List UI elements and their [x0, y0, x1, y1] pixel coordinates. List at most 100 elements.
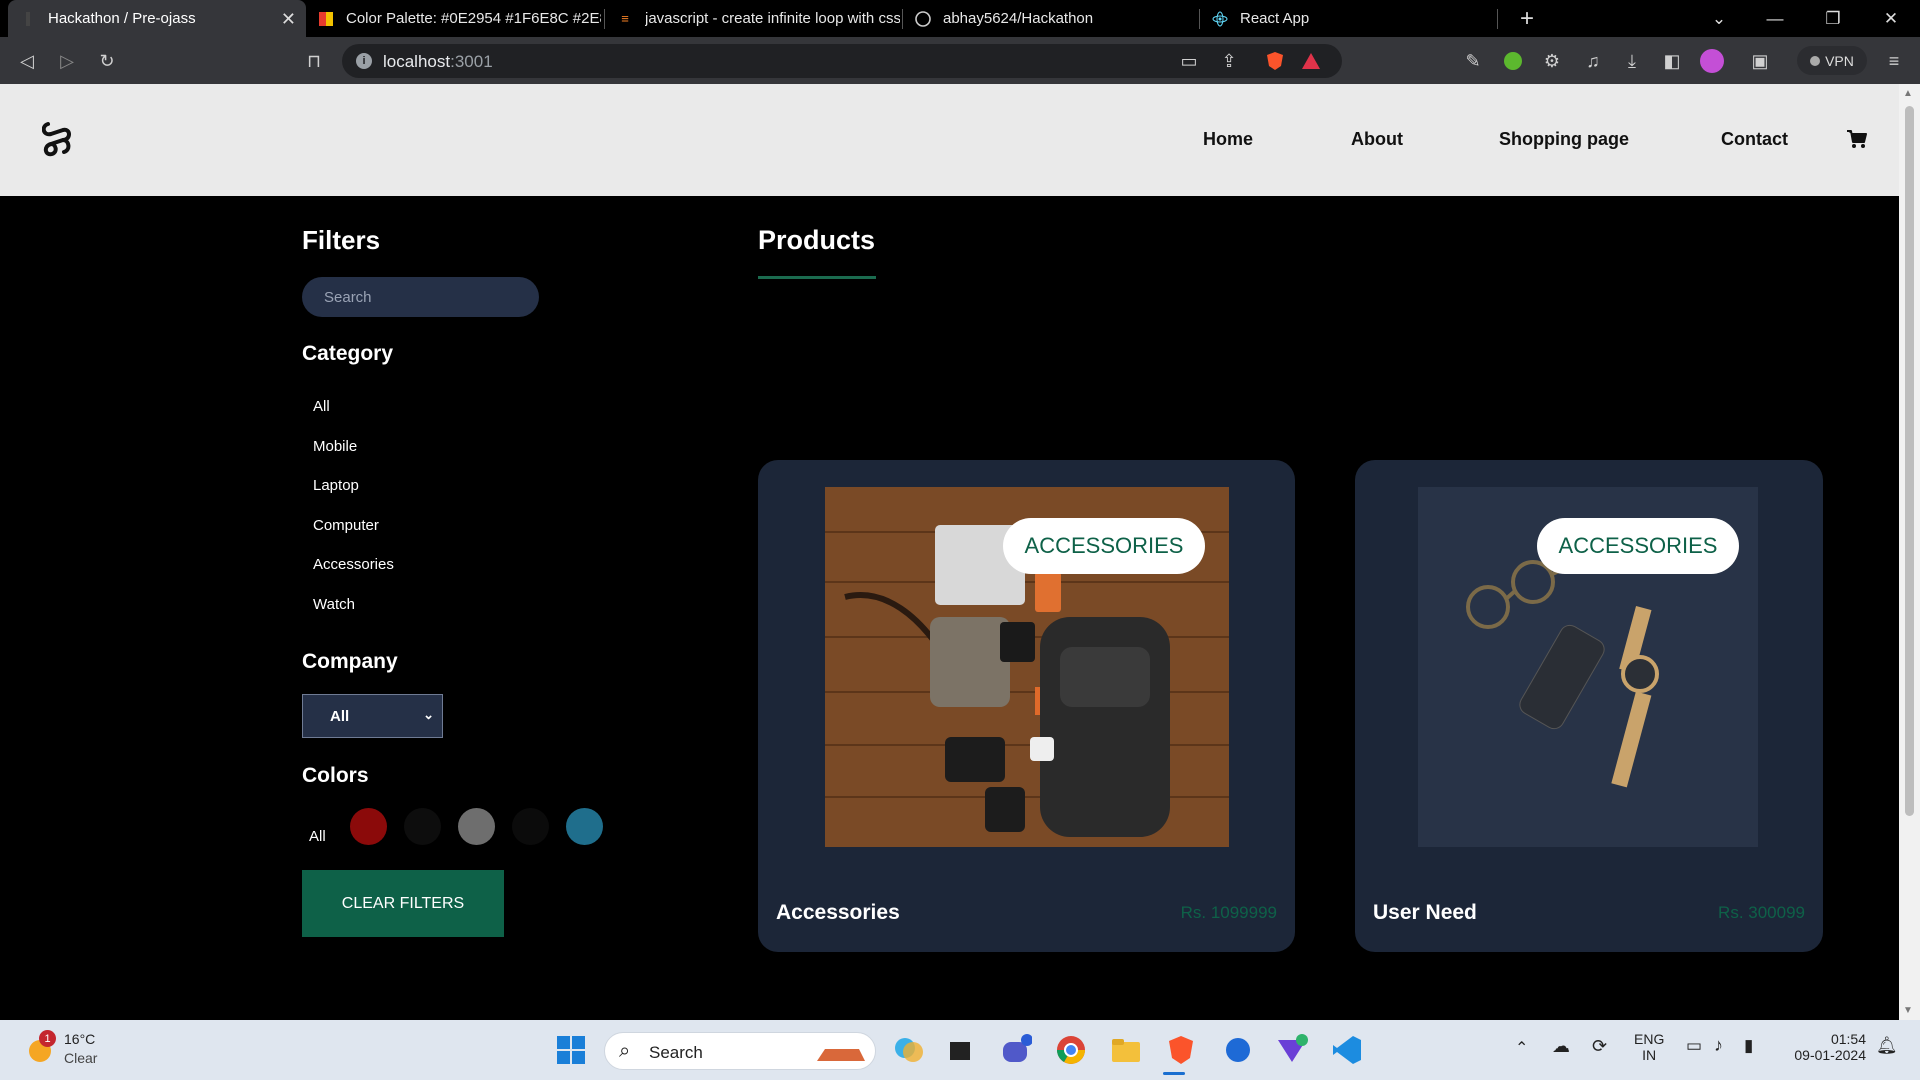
vpn-button[interactable]: VPN	[1797, 46, 1867, 75]
forward-icon[interactable]: ▷	[55, 49, 79, 73]
cart-icon[interactable]	[1846, 128, 1868, 150]
stackoverflow-icon: ≡	[621, 11, 629, 26]
color-swatch-dark[interactable]	[512, 808, 549, 845]
tab-hackathon[interactable]: Hackathon / Pre-ojass ✕	[8, 0, 306, 37]
site-logo-icon[interactable]	[42, 120, 72, 158]
sidebar-icon[interactable]: ◧	[1660, 49, 1684, 73]
active-app-indicator	[1163, 1072, 1185, 1075]
volume-icon[interactable]: ♪	[1714, 1035, 1723, 1056]
color-swatch-teal[interactable]	[566, 808, 603, 845]
category-laptop[interactable]: Laptop	[313, 477, 359, 494]
address-bar[interactable]: i localhost:3001 ▭ ⇪	[342, 44, 1342, 78]
category-watch[interactable]: Watch	[313, 596, 355, 613]
sync-icon[interactable]: ⟳	[1592, 1036, 1607, 1057]
messenger-icon[interactable]	[1222, 1034, 1254, 1066]
nav-about[interactable]: About	[1351, 129, 1403, 150]
tab-title: javascript - create infinite loop with c…	[645, 10, 900, 27]
vpn-label: VPN	[1825, 52, 1854, 69]
category-mobile[interactable]: Mobile	[313, 438, 357, 455]
vscode-icon[interactable]	[1331, 1034, 1363, 1066]
search-input[interactable]	[302, 277, 539, 317]
scrollbar-thumb[interactable]	[1905, 106, 1914, 816]
wallet-icon[interactable]: ▣	[1748, 49, 1772, 73]
eyedropper-icon[interactable]: ✎	[1461, 49, 1485, 73]
minimize-icon[interactable]: —	[1752, 0, 1798, 37]
network-icon[interactable]: ▭	[1686, 1036, 1702, 1056]
restore-icon[interactable]: ❐	[1810, 0, 1856, 37]
tab-react-app[interactable]: React App	[1200, 0, 1496, 37]
profile-avatar-icon[interactable]	[1700, 49, 1724, 73]
tab-github[interactable]: abhay5624/Hackathon	[903, 0, 1199, 37]
category-accessories[interactable]: Accessories	[313, 556, 394, 573]
category-badge: ACCESSORIES	[1537, 518, 1739, 574]
cast-icon[interactable]: ▭	[1177, 49, 1201, 73]
reload-icon[interactable]: ↻	[95, 49, 119, 73]
extensions-icon[interactable]: ⚙	[1540, 49, 1564, 73]
weather-temp[interactable]: 16°C	[64, 1031, 95, 1047]
nav-shopping-page[interactable]: Shopping page	[1499, 129, 1629, 150]
taskbar-search[interactable]: ⌕ Search	[604, 1032, 876, 1070]
tab-color-palette[interactable]: Color Palette: #0E2954 #1F6E8C #2E8A	[306, 0, 602, 37]
bookmark-icon[interactable]: ⊓	[302, 49, 326, 73]
color-swatch-gray[interactable]	[458, 808, 495, 845]
close-icon[interactable]: ✕	[281, 9, 296, 30]
taskbar-search-label: Search	[649, 1043, 703, 1062]
clear-filters-button[interactable]: CLEAR FILTERS	[302, 870, 504, 937]
github-icon	[915, 10, 931, 27]
color-all[interactable]: All	[309, 828, 326, 845]
weather-widget-icon[interactable]: 1	[25, 1030, 56, 1064]
language-indicator[interactable]: ENG IN	[1634, 1031, 1664, 1063]
colors-heading: Colors	[302, 764, 369, 787]
scroll-up-icon[interactable]: ▲	[1903, 88, 1913, 99]
product-name: User Need	[1373, 901, 1477, 924]
share-icon[interactable]: ⇪	[1217, 49, 1241, 73]
brave-shields-icon[interactable]	[1263, 49, 1287, 73]
product-card[interactable]: ACCESSORIES User Need Rs. 300099	[1355, 460, 1823, 952]
clock[interactable]: 01:54 09-01-2024	[1784, 1031, 1866, 1063]
brave-browser-icon[interactable]	[1165, 1034, 1197, 1066]
menu-icon[interactable]: ≡	[1882, 49, 1906, 73]
palette-icon	[318, 11, 334, 27]
extension-green-icon[interactable]	[1501, 49, 1525, 73]
page-scrollbar[interactable]: ▲ ▼	[1899, 84, 1920, 1020]
task-view-icon[interactable]	[944, 1034, 976, 1066]
weather-badge: 1	[39, 1030, 56, 1047]
category-computer[interactable]: Computer	[313, 517, 379, 534]
battery-icon[interactable]: ▮	[1744, 1036, 1753, 1056]
color-swatch-black[interactable]	[404, 808, 441, 845]
start-windows-icon[interactable]	[555, 1034, 587, 1066]
copilot-icon[interactable]	[893, 1034, 925, 1066]
weather-desc[interactable]: Clear	[64, 1050, 97, 1066]
tab-search-chevron-icon[interactable]: ⌄	[1696, 0, 1742, 37]
category-all[interactable]: All	[313, 398, 330, 415]
notification-bell-icon[interactable]: 🔔︎	[1876, 1036, 1898, 1056]
nav-contact[interactable]: Contact	[1721, 129, 1788, 150]
tab-stackoverflow[interactable]: ≡ javascript - create infinite loop with…	[605, 0, 902, 37]
new-tab-button[interactable]: +	[1504, 0, 1550, 37]
vpn-app-icon[interactable]	[1276, 1034, 1308, 1066]
color-swatch-red[interactable]	[350, 808, 387, 845]
product-price: Rs. 300099	[1718, 903, 1805, 922]
window-close-icon[interactable]: ✕	[1868, 0, 1914, 37]
brave-rewards-icon[interactable]	[1299, 49, 1323, 73]
back-icon[interactable]: ◁	[15, 49, 39, 73]
onedrive-icon[interactable]: ☁	[1552, 1036, 1570, 1057]
site-icon	[20, 11, 36, 27]
download-icon[interactable]: ⤓	[1620, 49, 1644, 73]
file-explorer-icon[interactable]	[1110, 1034, 1142, 1066]
scroll-down-icon[interactable]: ▼	[1903, 1005, 1913, 1016]
tab-title: Hackathon / Pre-ojass	[48, 10, 196, 27]
info-icon[interactable]: i	[356, 53, 372, 69]
product-name: Accessories	[776, 901, 900, 924]
search-highlight-icon	[817, 1049, 865, 1061]
windows-taskbar: 1 16°C Clear ⌕ Search ⌃ ☁ ⟳ ENG IN ▭ ♪ ▮ …	[0, 1020, 1920, 1080]
product-card[interactable]: ACCESSORIES Accessories Rs. 1099999	[758, 460, 1295, 952]
company-select[interactable]: All ⌄	[302, 694, 443, 738]
tray-overflow-icon[interactable]: ⌃	[1515, 1038, 1528, 1058]
media-icon[interactable]: ♫	[1581, 49, 1605, 73]
nav-home[interactable]: Home	[1203, 129, 1253, 150]
url-text[interactable]: localhost:3001	[383, 52, 493, 72]
teams-chat-icon[interactable]	[1000, 1034, 1033, 1066]
react-icon	[1212, 11, 1228, 27]
chrome-icon[interactable]	[1055, 1034, 1087, 1066]
